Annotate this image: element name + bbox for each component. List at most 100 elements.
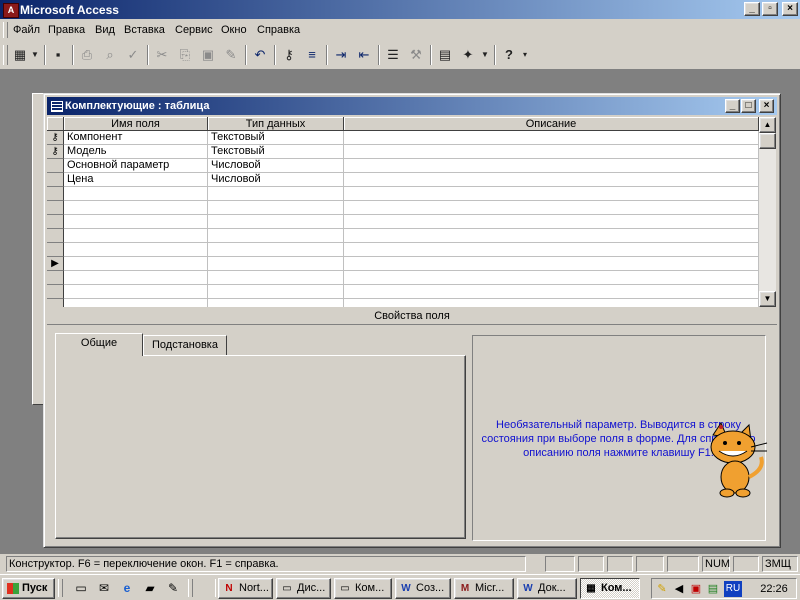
restore-button[interactable]: ▫ bbox=[762, 2, 778, 16]
field-name-cell[interactable]: Основной параметр bbox=[64, 159, 208, 173]
folder-icon[interactable]: ▰ bbox=[141, 579, 159, 597]
task-word-document[interactable]: W Док... bbox=[517, 578, 577, 599]
table-minimize-button[interactable]: _ bbox=[725, 99, 740, 113]
column-header-data-type[interactable]: Тип данных bbox=[208, 117, 344, 131]
scroll-up-button[interactable]: ▲ bbox=[759, 117, 776, 133]
column-header-description[interactable]: Описание bbox=[344, 117, 759, 131]
start-button[interactable]: Пуск bbox=[2, 578, 55, 599]
language-indicator[interactable]: RU bbox=[724, 581, 742, 597]
empty-cell[interactable] bbox=[344, 271, 759, 285]
empty-cell[interactable] bbox=[64, 201, 208, 215]
help-icon[interactable]: ? bbox=[498, 44, 520, 66]
task-word-create[interactable]: W Соз... bbox=[395, 578, 451, 599]
empty-cell[interactable] bbox=[208, 201, 344, 215]
toolbar-options-icon[interactable]: ▾ bbox=[519, 44, 531, 66]
build-icon[interactable]: ⚒ bbox=[405, 44, 427, 66]
tray-app-icon[interactable]: ✎ bbox=[654, 581, 670, 597]
row-selector[interactable] bbox=[47, 159, 64, 173]
empty-cell[interactable] bbox=[64, 285, 208, 299]
row-selector[interactable] bbox=[47, 201, 64, 215]
undo-icon[interactable]: ↶ bbox=[249, 44, 271, 66]
menu-help[interactable]: Справка bbox=[257, 24, 300, 36]
insert-rows-icon[interactable]: ⇥ bbox=[330, 44, 352, 66]
format-painter-icon[interactable]: ✎ bbox=[220, 44, 242, 66]
menu-edit[interactable]: Правка bbox=[48, 24, 85, 36]
vertical-scrollbar[interactable]: ▲ ▼ bbox=[759, 117, 776, 307]
menu-insert[interactable]: Вставка bbox=[124, 24, 165, 36]
empty-cell[interactable] bbox=[344, 299, 759, 307]
task-components-table[interactable]: ▦ Ком... bbox=[580, 578, 640, 599]
menu-grip[interactable] bbox=[3, 22, 8, 38]
print-preview-icon[interactable]: ⌕ bbox=[99, 44, 121, 66]
empty-cell[interactable] bbox=[208, 215, 344, 229]
row-selector[interactable] bbox=[47, 215, 64, 229]
key-icon[interactable]: ⚷ bbox=[47, 131, 64, 145]
empty-cell[interactable] bbox=[64, 299, 208, 307]
description-cell[interactable] bbox=[344, 145, 759, 159]
current-row-indicator[interactable]: ▶ bbox=[47, 257, 64, 271]
office-assistant-cat-icon[interactable] bbox=[699, 421, 771, 501]
row-selector[interactable] bbox=[47, 299, 64, 307]
database-window-icon[interactable]: ▤ bbox=[434, 44, 456, 66]
outlook-icon[interactable]: ✉ bbox=[95, 579, 113, 597]
menu-view[interactable]: Вид bbox=[95, 24, 115, 36]
row-selector[interactable] bbox=[47, 243, 64, 257]
description-cell[interactable] bbox=[344, 173, 759, 187]
table-maximize-button[interactable]: □ bbox=[741, 99, 756, 113]
cut-icon[interactable]: ✂ bbox=[151, 44, 173, 66]
minimize-button[interactable]: _ bbox=[744, 2, 760, 16]
empty-cell[interactable] bbox=[208, 243, 344, 257]
notepad-icon[interactable]: ✎ bbox=[164, 579, 182, 597]
tray-monitor-icon[interactable]: ▣ bbox=[688, 581, 704, 597]
scroll-down-button[interactable]: ▼ bbox=[759, 291, 776, 307]
print-icon[interactable]: ⎙ bbox=[76, 44, 98, 66]
tray-network-icon[interactable]: ▤ bbox=[705, 581, 721, 597]
clock[interactable]: 22:26 bbox=[756, 581, 792, 597]
column-header-field-name[interactable]: Имя поля bbox=[64, 117, 208, 131]
menu-tools[interactable]: Сервис bbox=[175, 24, 213, 36]
task-computer[interactable]: ▭ Ком... bbox=[334, 578, 392, 599]
task-norton[interactable]: N Nort... bbox=[218, 578, 273, 599]
save-icon[interactable]: ▪ bbox=[47, 44, 69, 66]
field-name-cell[interactable]: Компонент bbox=[64, 131, 208, 145]
new-object-icon[interactable]: ✦ bbox=[457, 44, 479, 66]
grid-corner[interactable] bbox=[47, 117, 64, 131]
key-icon[interactable]: ⚷ bbox=[47, 145, 64, 159]
empty-cell[interactable] bbox=[64, 215, 208, 229]
task-disk[interactable]: ▭ Дис... bbox=[276, 578, 331, 599]
scroll-thumb[interactable] bbox=[759, 133, 776, 149]
empty-cell[interactable] bbox=[64, 257, 208, 271]
toolbar-grip[interactable] bbox=[3, 45, 8, 65]
row-selector[interactable] bbox=[47, 285, 64, 299]
task-microsoft[interactable]: M Micr... bbox=[454, 578, 514, 599]
empty-cell[interactable] bbox=[344, 257, 759, 271]
empty-cell[interactable] bbox=[344, 215, 759, 229]
description-cell[interactable] bbox=[344, 131, 759, 145]
empty-cell[interactable] bbox=[64, 229, 208, 243]
menu-window[interactable]: Окно bbox=[221, 24, 247, 36]
design-view-icon[interactable]: ▦ bbox=[9, 44, 31, 66]
row-selector[interactable] bbox=[47, 187, 64, 201]
description-cell[interactable] bbox=[344, 159, 759, 173]
field-name-cell[interactable]: Модель bbox=[64, 145, 208, 159]
primary-key-icon[interactable]: ⚷ bbox=[278, 44, 300, 66]
empty-cell[interactable] bbox=[64, 271, 208, 285]
empty-cell[interactable] bbox=[208, 257, 344, 271]
close-button[interactable]: × bbox=[782, 2, 798, 16]
tab-general[interactable]: Общие bbox=[55, 333, 143, 356]
data-type-cell[interactable]: Числовой bbox=[208, 159, 344, 173]
delete-rows-icon[interactable]: ⇤ bbox=[353, 44, 375, 66]
row-selector[interactable] bbox=[47, 271, 64, 285]
volume-icon[interactable]: ◀ bbox=[671, 581, 687, 597]
show-desktop-icon[interactable]: ▭ bbox=[72, 579, 90, 597]
data-type-cell[interactable]: Текстовый bbox=[208, 131, 344, 145]
empty-cell[interactable] bbox=[344, 285, 759, 299]
empty-cell[interactable] bbox=[208, 271, 344, 285]
data-type-cell[interactable]: Числовой bbox=[208, 173, 344, 187]
table-window-title-bar[interactable]: Комплектующие : таблица _ □ × bbox=[47, 97, 777, 115]
paste-icon[interactable]: ▣ bbox=[197, 44, 219, 66]
empty-cell[interactable] bbox=[208, 229, 344, 243]
internet-explorer-icon[interactable]: e bbox=[118, 579, 136, 597]
empty-cell[interactable] bbox=[344, 243, 759, 257]
table-icon[interactable] bbox=[51, 101, 63, 112]
